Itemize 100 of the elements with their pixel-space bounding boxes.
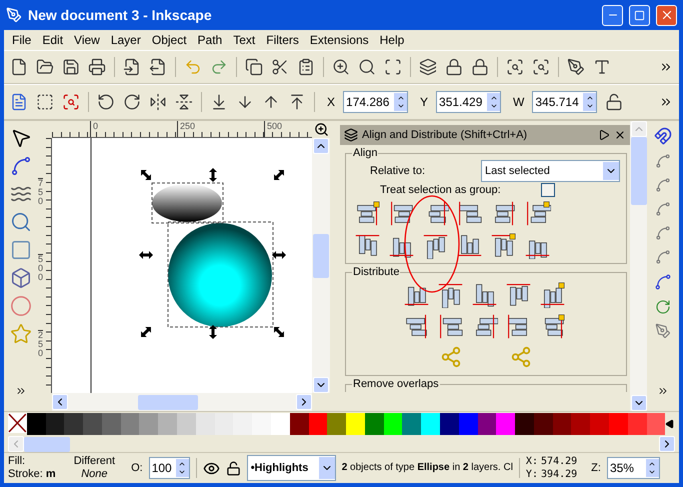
zoom-icon[interactable] — [332, 58, 350, 76]
color-swatch[interactable] — [196, 413, 215, 435]
menu-item[interactable]: Filters — [262, 33, 306, 47]
close-icon[interactable] — [614, 129, 626, 141]
zoom-field[interactable]: 35% — [606, 457, 660, 479]
import-icon[interactable] — [123, 58, 141, 76]
menu-item[interactable]: Layer — [106, 33, 148, 47]
spin-field[interactable]: 345.714 — [532, 91, 598, 113]
lock-icon[interactable] — [226, 460, 241, 476]
color-swatch[interactable] — [120, 413, 140, 435]
scroll-thumb[interactable] — [313, 234, 329, 278]
lock-icon[interactable] — [605, 93, 624, 111]
spin-up-icon[interactable] — [178, 460, 186, 468]
copy-icon[interactable] — [245, 58, 263, 76]
scroll-thumb[interactable] — [630, 137, 646, 205]
color-swatch[interactable] — [83, 413, 102, 435]
scissors-icon[interactable] — [271, 58, 289, 76]
canvas[interactable] — [52, 138, 312, 393]
zoom-icon[interactable] — [314, 122, 328, 137]
snap-node-icon[interactable] — [654, 153, 670, 169]
ellipse-shape[interactable] — [152, 184, 222, 222]
zoom-icon[interactable] — [506, 58, 524, 76]
menu-arrow-icon[interactable] — [665, 419, 676, 429]
color-swatch[interactable] — [26, 413, 46, 435]
color-swatch[interactable] — [46, 413, 64, 435]
scale-handle-icon[interactable] — [209, 325, 217, 339]
zoom-icon[interactable] — [532, 58, 550, 76]
lock-icon[interactable] — [445, 58, 463, 76]
raise-to-top-icon[interactable] — [288, 93, 306, 111]
color-swatch[interactable] — [233, 413, 252, 435]
scale-handle-icon[interactable] — [139, 251, 153, 259]
color-swatch[interactable] — [346, 413, 365, 435]
menu-item[interactable]: Help — [376, 33, 412, 47]
checkbox[interactable] — [540, 183, 555, 197]
scale-handle-icon[interactable] — [274, 327, 284, 337]
color-swatch[interactable] — [252, 413, 271, 435]
scroll-thumb[interactable] — [138, 394, 198, 410]
color-swatch[interactable] — [270, 413, 290, 435]
cube-icon[interactable] — [10, 267, 32, 289]
node-icon[interactable] — [654, 273, 672, 291]
node-icon[interactable] — [10, 155, 32, 177]
color-swatch[interactable] — [552, 413, 572, 435]
color-swatch[interactable] — [139, 413, 158, 435]
redo-icon[interactable] — [210, 58, 228, 76]
spin-up-icon[interactable] — [396, 94, 405, 102]
spin-down-icon[interactable] — [178, 468, 186, 476]
export-icon[interactable] — [149, 58, 167, 76]
spin-up-icon[interactable] — [586, 94, 594, 102]
star-icon[interactable] — [10, 323, 32, 345]
play-icon[interactable] — [598, 129, 610, 141]
spin-field[interactable]: 174.286 — [343, 91, 408, 113]
horizontal-scrollbar[interactable] — [52, 393, 312, 411]
color-swatch[interactable] — [609, 413, 628, 435]
document-icon[interactable] — [10, 58, 28, 76]
color-swatch[interactable] — [214, 413, 234, 435]
color-swatch[interactable] — [534, 413, 553, 435]
clipboard-icon[interactable] — [297, 58, 315, 76]
color-swatch[interactable] — [158, 413, 178, 435]
color-swatch[interactable] — [402, 413, 422, 435]
color-swatch[interactable] — [421, 413, 440, 435]
spin-up-icon[interactable] — [490, 94, 498, 102]
text-icon[interactable] — [593, 58, 611, 76]
spin-down-icon[interactable] — [648, 468, 656, 476]
color-swatch[interactable] — [177, 413, 196, 435]
menu-item[interactable]: File — [8, 33, 38, 47]
printer-icon[interactable] — [88, 58, 106, 76]
color-swatch[interactable] — [646, 413, 666, 435]
color-swatch[interactable] — [384, 413, 402, 435]
color-swatch[interactable] — [440, 413, 459, 435]
scale-handle-icon[interactable] — [272, 251, 286, 259]
menu-item[interactable]: Extensions — [306, 33, 376, 47]
color-swatch[interactable] — [515, 413, 534, 435]
menu-item[interactable]: Edit — [38, 33, 70, 47]
menu-item[interactable]: Object — [148, 33, 194, 47]
lower-icon[interactable] — [236, 93, 254, 111]
layer-dropdown[interactable]: •Highlights — [246, 455, 336, 481]
opacity-field[interactable]: 100 — [148, 457, 190, 479]
relative-to-dropdown[interactable]: Last selected — [481, 160, 620, 182]
document-icon[interactable] — [10, 93, 28, 111]
menu-item[interactable]: Path — [194, 33, 230, 47]
no-paint-swatch[interactable] — [8, 413, 27, 433]
spin-down-icon[interactable] — [396, 102, 405, 110]
raise-icon[interactable] — [262, 93, 280, 111]
color-swatch[interactable] — [571, 413, 590, 435]
color-swatch[interactable] — [102, 413, 121, 435]
rotate-icon[interactable] — [97, 93, 115, 111]
rectangle-icon[interactable] — [10, 239, 32, 261]
color-swatch[interactable] — [290, 413, 308, 435]
color-swatch[interactable] — [64, 413, 84, 435]
spin-up-icon[interactable] — [648, 460, 656, 468]
pen-icon[interactable] — [567, 58, 585, 76]
color-swatch[interactable] — [628, 413, 647, 435]
spin-down-icon[interactable] — [490, 102, 498, 110]
more-icon[interactable] — [656, 385, 668, 397]
maximize-button[interactable] — [629, 4, 650, 26]
menu-item[interactable]: View — [70, 33, 107, 47]
maximize-icon[interactable] — [634, 10, 645, 20]
zoom-icon[interactable] — [384, 58, 402, 76]
more-icon[interactable] — [15, 385, 27, 397]
dialog-scrollbar[interactable] — [630, 121, 647, 411]
